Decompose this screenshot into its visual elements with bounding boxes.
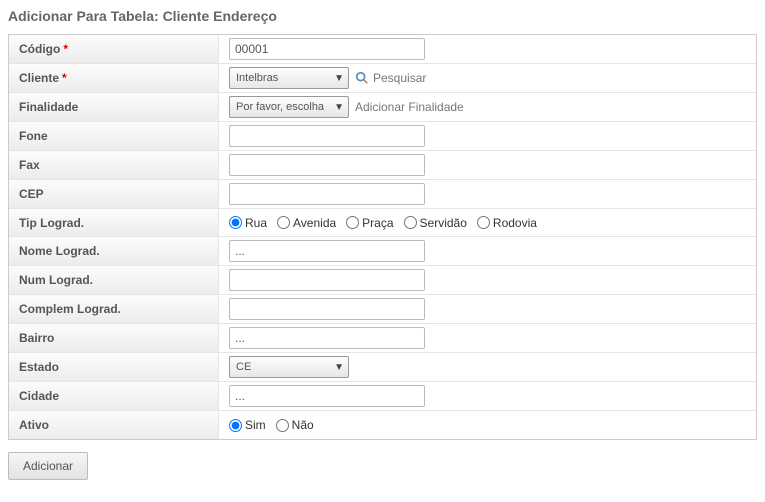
codigo-input[interactable] (229, 38, 425, 60)
row-codigo: Código * (9, 35, 756, 64)
bairro-input[interactable] (229, 327, 425, 349)
finalidade-select-text: Por favor, escolha (236, 101, 330, 113)
label-cliente-text: Cliente (19, 71, 59, 85)
fax-input[interactable] (229, 154, 425, 176)
radio-praca-text: Praça (362, 216, 393, 230)
label-estado: Estado (9, 353, 219, 381)
chevron-down-icon: ▼ (334, 73, 344, 84)
value-fax (219, 151, 756, 179)
radio-nao-text: Não (292, 418, 314, 432)
value-bairro (219, 324, 756, 352)
cliente-select-text: Intelbras (236, 72, 330, 84)
radio-avenida[interactable] (277, 216, 290, 229)
form-table: Código * Cliente * Intelbras ▼ Pesquisar (8, 34, 757, 440)
label-tip-lograd: Tip Lograd. (9, 209, 219, 236)
radio-sim-text: Sim (245, 418, 266, 432)
value-tip-lograd: Rua Avenida Praça Servidão Rodovia (219, 213, 756, 233)
label-fax: Fax (9, 151, 219, 179)
value-estado: CE ▼ (219, 353, 756, 381)
complem-lograd-input[interactable] (229, 298, 425, 320)
ativo-radio-group: Sim Não (229, 418, 314, 432)
value-nome-lograd (219, 237, 756, 265)
radio-praca-label[interactable]: Praça (346, 216, 393, 230)
label-codigo: Código * (9, 35, 219, 63)
radio-rodovia-text: Rodovia (493, 216, 537, 230)
estado-select[interactable]: CE ▼ (229, 356, 349, 378)
pesquisar-link[interactable]: Pesquisar (355, 71, 426, 85)
value-ativo: Sim Não (219, 415, 756, 435)
radio-rodovia[interactable] (477, 216, 490, 229)
cliente-select[interactable]: Intelbras ▼ (229, 67, 349, 89)
row-estado: Estado CE ▼ (9, 353, 756, 382)
cidade-input[interactable] (229, 385, 425, 407)
footer: Adicionar (8, 452, 757, 480)
cep-input[interactable] (229, 183, 425, 205)
radio-nao-label[interactable]: Não (276, 418, 314, 432)
required-marker: * (62, 71, 67, 85)
pesquisar-text: Pesquisar (373, 71, 426, 85)
radio-servidao-label[interactable]: Servidão (404, 216, 467, 230)
row-cliente: Cliente * Intelbras ▼ Pesquisar (9, 64, 756, 93)
radio-avenida-text: Avenida (293, 216, 336, 230)
radio-avenida-label[interactable]: Avenida (277, 216, 336, 230)
value-finalidade: Por favor, escolha ▼ Adicionar Finalidad… (219, 93, 756, 121)
value-cliente: Intelbras ▼ Pesquisar (219, 64, 756, 92)
row-ativo: Ativo Sim Não (9, 411, 756, 439)
value-codigo (219, 35, 756, 63)
page-title: Adicionar Para Tabela: Cliente Endereço (8, 8, 757, 24)
row-bairro: Bairro (9, 324, 756, 353)
label-fone: Fone (9, 122, 219, 150)
row-cep: CEP (9, 180, 756, 209)
nome-lograd-input[interactable] (229, 240, 425, 262)
finalidade-select[interactable]: Por favor, escolha ▼ (229, 96, 349, 118)
label-cliente: Cliente * (9, 64, 219, 92)
value-fone (219, 122, 756, 150)
row-finalidade: Finalidade Por favor, escolha ▼ Adiciona… (9, 93, 756, 122)
label-nome-lograd: Nome Lograd. (9, 237, 219, 265)
chevron-down-icon: ▼ (334, 102, 344, 113)
row-fone: Fone (9, 122, 756, 151)
radio-rua[interactable] (229, 216, 242, 229)
label-finalidade: Finalidade (9, 93, 219, 121)
label-complem-lograd: Complem Lograd. (9, 295, 219, 323)
label-cep: CEP (9, 180, 219, 208)
label-bairro: Bairro (9, 324, 219, 352)
radio-servidao-text: Servidão (420, 216, 467, 230)
chevron-down-icon: ▼ (334, 362, 344, 373)
row-cidade: Cidade (9, 382, 756, 411)
radio-praca[interactable] (346, 216, 359, 229)
adicionar-button[interactable]: Adicionar (8, 452, 88, 480)
radio-sim[interactable] (229, 419, 242, 432)
label-ativo: Ativo (9, 411, 219, 439)
required-marker: * (63, 42, 68, 56)
fone-input[interactable] (229, 125, 425, 147)
radio-nao[interactable] (276, 419, 289, 432)
row-complem-lograd: Complem Lograd. (9, 295, 756, 324)
row-fax: Fax (9, 151, 756, 180)
row-tip-lograd: Tip Lograd. Rua Avenida Praça Servidão R… (9, 209, 756, 237)
label-num-lograd: Num Lograd. (9, 266, 219, 294)
estado-select-text: CE (236, 361, 330, 373)
value-cep (219, 180, 756, 208)
value-cidade (219, 382, 756, 410)
row-nome-lograd: Nome Lograd. (9, 237, 756, 266)
radio-rodovia-label[interactable]: Rodovia (477, 216, 537, 230)
radio-servidao[interactable] (404, 216, 417, 229)
search-icon (355, 71, 369, 85)
value-complem-lograd (219, 295, 756, 323)
label-cidade: Cidade (9, 382, 219, 410)
num-lograd-input[interactable] (229, 269, 425, 291)
tip-lograd-radio-group: Rua Avenida Praça Servidão Rodovia (229, 216, 537, 230)
radio-sim-label[interactable]: Sim (229, 418, 266, 432)
radio-rua-text: Rua (245, 216, 267, 230)
value-num-lograd (219, 266, 756, 294)
row-num-lograd: Num Lograd. (9, 266, 756, 295)
adicionar-finalidade-link[interactable]: Adicionar Finalidade (355, 100, 464, 114)
radio-rua-label[interactable]: Rua (229, 216, 267, 230)
label-codigo-text: Código (19, 42, 60, 56)
